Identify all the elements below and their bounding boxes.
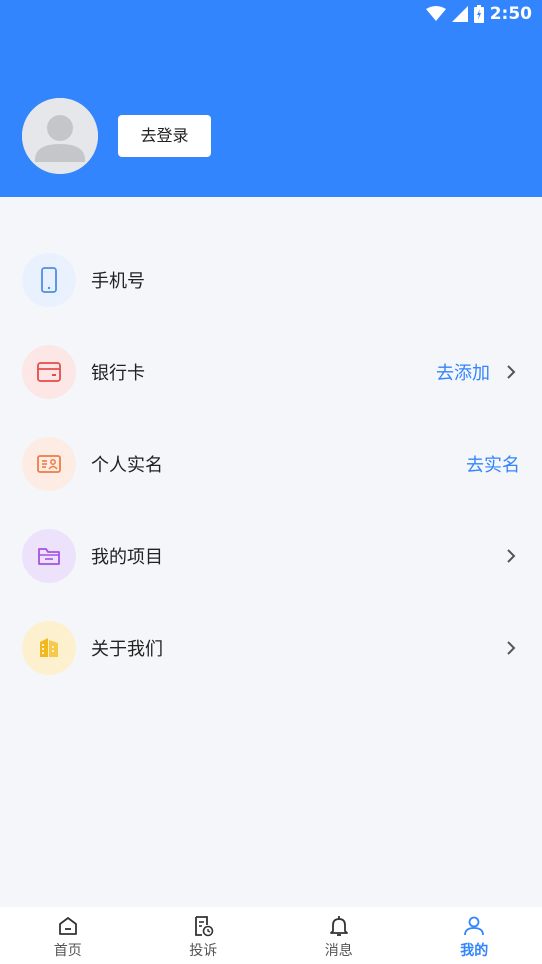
profile-header: 2:50 去登录: [0, 0, 542, 197]
folder-icon: [22, 529, 76, 583]
chevron-right-icon: [507, 365, 516, 379]
tab-home[interactable]: 首页: [0, 907, 136, 964]
menu-label: 手机号: [91, 271, 145, 292]
menu-list: 手机号 银行卡 去添加 个人实名 去实名 我的项目 关于我们: [0, 234, 542, 694]
profile-icon: [464, 916, 485, 935]
tab-complaint[interactable]: 投诉: [136, 907, 272, 964]
menu-label: 银行卡: [91, 363, 145, 384]
signal-icon: [451, 6, 468, 22]
tab-label: 投诉: [189, 942, 218, 959]
login-button[interactable]: 去登录: [118, 115, 211, 157]
menu-item-my-projects[interactable]: 我的项目: [0, 510, 542, 602]
phone-icon: [22, 253, 76, 307]
menu-item-bank-card[interactable]: 银行卡 去添加: [0, 326, 542, 418]
menu-label: 关于我们: [91, 639, 163, 660]
chevron-right-icon: [507, 549, 516, 563]
bank-card-icon: [22, 345, 76, 399]
building-icon: [22, 621, 76, 675]
bell-icon: [329, 915, 348, 936]
home-icon: [58, 916, 77, 935]
tab-label: 我的: [460, 942, 489, 959]
chevron-right-icon: [507, 641, 516, 655]
id-card-icon: [22, 437, 76, 491]
avatar[interactable]: [22, 98, 98, 174]
menu-item-about-us[interactable]: 关于我们: [0, 602, 542, 694]
user-avatar-icon: [22, 98, 98, 174]
add-bank-card-link[interactable]: 去添加: [436, 359, 490, 385]
menu-item-real-name[interactable]: 个人实名 去实名: [0, 418, 542, 510]
tab-mine[interactable]: 我的: [407, 907, 542, 964]
status-bar: 2:50: [425, 4, 532, 24]
tab-messages[interactable]: 消息: [271, 907, 407, 964]
status-time: 2:50: [489, 4, 532, 24]
battery-icon: [473, 5, 484, 23]
menu-label: 我的项目: [91, 547, 163, 568]
tab-label: 首页: [53, 942, 82, 959]
profile-screen: 2:50 去登录 手机号 银行卡 去添加 个人实名 去实名 我的项目 关于我们 …: [0, 0, 542, 964]
bottom-tab-bar: 首页 投诉 消息 我的: [0, 907, 542, 964]
menu-label: 个人实名: [91, 455, 163, 476]
menu-item-phone[interactable]: 手机号: [0, 234, 542, 326]
wifi-icon: [425, 6, 446, 22]
verify-real-name-link[interactable]: 去实名: [466, 451, 520, 477]
complaint-icon: [195, 915, 214, 936]
tab-label: 消息: [324, 942, 353, 959]
